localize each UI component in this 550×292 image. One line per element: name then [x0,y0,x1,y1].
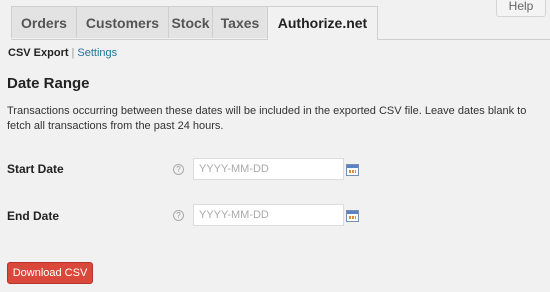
sub-navigation: CSV Export | Settings [8,46,117,60]
start-date-input[interactable] [193,158,344,180]
tab-authorize-net[interactable]: Authorize.net [267,6,378,40]
tab-taxes[interactable]: Taxes [212,6,268,38]
subnav-settings-link[interactable]: Settings [77,47,117,59]
tab-orders[interactable]: Orders [11,6,77,38]
calendar-icon[interactable] [346,164,359,176]
tab-customers[interactable]: Customers [76,6,169,38]
download-csv-button[interactable]: Download CSV [7,262,93,284]
calendar-icon[interactable] [346,210,359,222]
section-title: Date Range [7,75,90,92]
start-date-label: Start Date [7,162,64,176]
question-circle-icon[interactable]: ? [173,210,184,221]
section-description: Transactions occurring between these dat… [7,105,527,132]
subnav-csv-export[interactable]: CSV Export [8,47,69,59]
tab-stock[interactable]: Stock [168,6,213,38]
end-date-label: End Date [7,209,60,223]
question-circle-icon[interactable]: ? [173,164,184,175]
end-date-input[interactable] [193,204,344,226]
tab-bar: Orders Customers Stock Taxes Authorize.n… [11,6,550,40]
